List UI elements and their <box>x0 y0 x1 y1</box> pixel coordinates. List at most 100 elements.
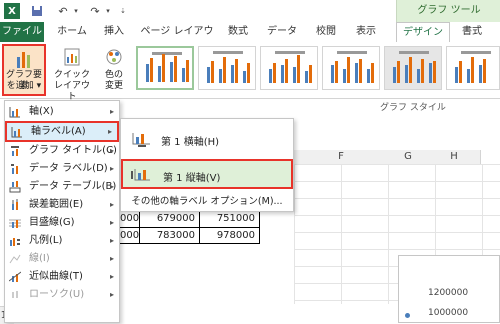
data-table-icon <box>9 181 21 193</box>
tab-insert[interactable]: 挿入 <box>98 22 130 42</box>
chevron-right-icon: ▸ <box>109 218 114 227</box>
line-icon <box>9 253 21 265</box>
table-cell[interactable]: 751000 <box>200 210 260 227</box>
chevron-right-icon: ▸ <box>107 127 112 136</box>
primary-horizontal-axis-title[interactable]: 第 1 横軸(H) <box>121 125 293 153</box>
menu-item-label: グラフ タイトル(C) <box>29 145 117 156</box>
tab-view[interactable]: 表示 <box>350 22 382 42</box>
axis-label-icon <box>11 126 23 138</box>
column-header-h[interactable]: H <box>428 150 481 165</box>
tab-formulas[interactable]: 数式 <box>222 22 254 42</box>
menu-item-label: 軸ラベル(A) <box>31 126 86 137</box>
chevron-right-icon: ▸ <box>109 146 114 155</box>
horizontal-axis-title-icon <box>131 131 151 150</box>
add-element-label-2: を追加 ▾ <box>6 81 42 91</box>
chart-axis-tick: 1200000 <box>428 288 469 298</box>
chevron-right-icon: ▸ <box>109 254 114 263</box>
menu-item-up-down-bars: ローソク(U) ▸ <box>5 286 119 304</box>
axis-icon <box>9 106 21 118</box>
chevron-right-icon: ▸ <box>109 236 114 245</box>
tab-data[interactable]: データ <box>262 22 302 42</box>
chevron-right-icon: ▸ <box>109 182 114 191</box>
menu-item-lines: 線(I) ▸ <box>5 250 119 268</box>
menu-item-label: データ テーブル(B) <box>29 181 117 192</box>
menu-item-trendline[interactable]: 近似曲線(T) ▸ <box>5 268 119 286</box>
change-colors-label: 色の <box>104 70 123 80</box>
save-icon[interactable] <box>30 3 44 19</box>
quick-layout-label: クイック <box>53 70 90 80</box>
chevron-right-icon: ▸ <box>109 164 114 173</box>
quick-layout-icon <box>64 47 80 70</box>
add-chart-element-menu: 軸(X) ▸ 軸ラベル(A) ▸ グラフ タイトル(C) ▸ データ ラベル(D) ▸ … <box>4 100 120 323</box>
menu-item-label: 目盛線(G) <box>29 217 75 228</box>
tab-format[interactable]: 書式 <box>452 22 492 42</box>
chart-style-thumb[interactable] <box>446 46 500 90</box>
menu-item-legend[interactable]: 凡例(L) ▸ <box>5 232 119 250</box>
chart-style-thumb[interactable] <box>260 46 318 90</box>
chart-style-thumb[interactable] <box>198 46 256 90</box>
menu-item-label: 誤差範囲(E) <box>29 199 84 210</box>
menu-item-axis-labels[interactable]: 軸ラベル(A) ▸ <box>5 121 119 142</box>
table-cell[interactable]: 783000 <box>140 227 200 244</box>
chart-tools-label: グラフ ツール <box>417 5 481 16</box>
chart-styles-section-label: グラフ スタイル <box>380 103 446 113</box>
menu-item-gridlines[interactable]: 目盛線(G) ▸ <box>5 214 119 232</box>
menu-item-label: 近似曲線(T) <box>29 271 83 282</box>
error-bar-icon <box>9 199 21 211</box>
trendline-icon <box>8 271 22 283</box>
data-table: 000 679000 751000 000 783000 978000 <box>120 210 260 244</box>
chevron-right-icon: ▸ <box>109 107 114 116</box>
quick-layout-button[interactable]: クイック レイアウト <box>52 44 92 102</box>
chart-handle[interactable] <box>405 313 410 318</box>
column-header-g[interactable]: G <box>388 150 429 165</box>
tab-home[interactable]: ホーム <box>52 22 92 42</box>
submenu-item-label: 第 1 縦軸(V) <box>163 173 221 184</box>
menu-item-axes[interactable]: 軸(X) ▸ <box>5 103 119 121</box>
add-chart-element-button[interactable]: グラフ要素 を追加 ▾ <box>2 44 46 96</box>
chart-title-icon <box>9 145 21 157</box>
excel-icon: X <box>4 3 20 19</box>
column-header-f[interactable]: F <box>294 150 389 165</box>
chevron-right-icon: ▸ <box>109 290 114 299</box>
gridline-icon <box>9 217 21 229</box>
menu-item-data-labels[interactable]: データ ラベル(D) ▸ <box>5 160 119 178</box>
tab-design[interactable]: デザイン <box>396 22 450 43</box>
chevron-right-icon: ▸ <box>109 200 114 209</box>
chart-style-thumb[interactable] <box>384 46 442 90</box>
chevron-right-icon: ▸ <box>109 272 114 281</box>
data-label-icon <box>9 163 21 175</box>
vertical-axis-title-icon <box>131 167 151 186</box>
redo-dropdown-icon[interactable]: ▾ <box>104 3 112 19</box>
chart-tools-group: グラフ ツール <box>396 0 500 22</box>
chart-style-thumb[interactable] <box>136 46 194 90</box>
change-colors-button[interactable]: 色の 変更 <box>96 44 132 96</box>
submenu-item-label: 第 1 横軸(H) <box>161 137 220 148</box>
menu-item-data-table[interactable]: データ テーブル(B) ▸ <box>5 178 119 196</box>
chart-element-icon <box>16 49 32 69</box>
table-cell[interactable]: 978000 <box>200 227 260 244</box>
more-axis-title-options[interactable]: その他の軸ラベル オプション(M)... <box>121 195 293 209</box>
change-colors-label-2: 変更 <box>104 81 123 91</box>
menu-item-label: 軸(X) <box>29 106 54 117</box>
menu-item-chart-title[interactable]: グラフ タイトル(C) ▸ <box>5 142 119 160</box>
menu-item-error-bars[interactable]: 誤差範囲(E) ▸ <box>5 196 119 214</box>
redo-icon[interactable]: ↷ <box>88 3 102 19</box>
undo-icon[interactable]: ↶ <box>56 3 70 19</box>
chart-axis-tick: 1000000 <box>428 308 469 318</box>
chart-style-thumb[interactable] <box>322 46 380 90</box>
menu-item-label: 凡例(L) <box>29 235 63 246</box>
candlestick-icon <box>9 289 21 301</box>
tab-file[interactable]: ファイル <box>0 22 44 42</box>
color-palette-icon <box>106 47 122 70</box>
table-cell[interactable]: 000 <box>120 210 140 227</box>
tab-page-layout[interactable]: ページ レイアウト <box>136 22 218 57</box>
undo-dropdown-icon[interactable]: ▾ <box>72 3 80 19</box>
menu-item-label: 線(I) <box>29 253 50 264</box>
table-cell[interactable]: 000 <box>120 227 140 244</box>
table-cell[interactable]: 679000 <box>140 210 200 227</box>
menu-item-label: ローソク(U) <box>29 289 85 300</box>
legend-icon <box>9 235 21 247</box>
customize-qat-icon[interactable]: ⇣ <box>118 3 128 19</box>
tab-review[interactable]: 校閲 <box>310 22 342 42</box>
primary-vertical-axis-title[interactable]: 第 1 縦軸(V) <box>121 159 293 189</box>
